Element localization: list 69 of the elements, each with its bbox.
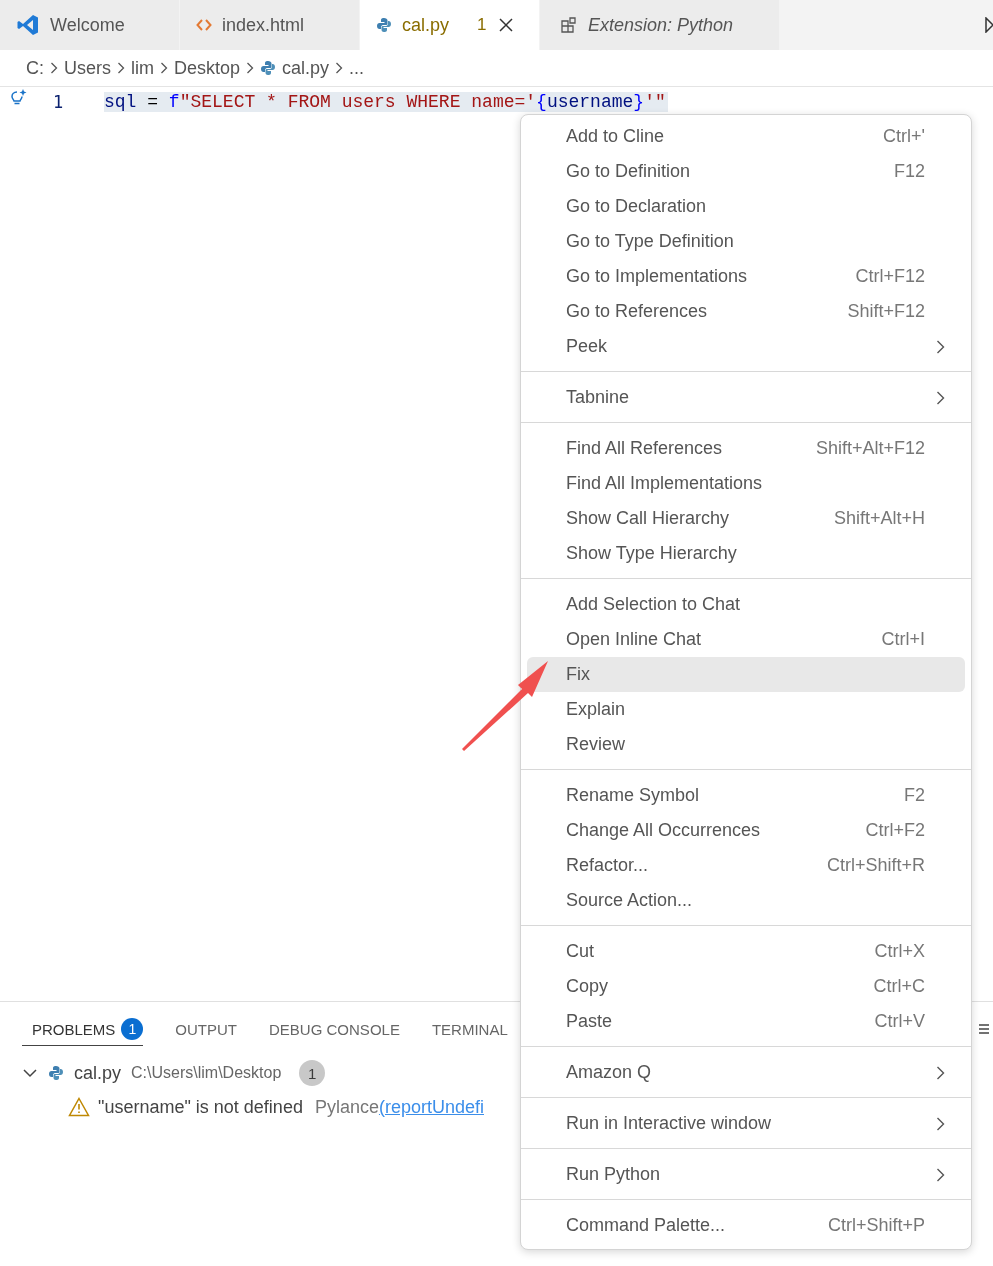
chevron-icon <box>246 62 255 74</box>
breadcrumb-item[interactable]: C: <box>26 57 44 79</box>
menu-item[interactable]: Fix <box>527 657 965 692</box>
menu-item[interactable]: Go to Declaration <box>527 189 965 224</box>
menu-icon[interactable] <box>979 1023 989 1035</box>
menu-item[interactable]: Copy Ctrl+C <box>527 969 965 1004</box>
editor-tab[interactable]: cal.py 1 <box>360 0 540 50</box>
menu-item[interactable]: Paste Ctrl+V <box>527 1004 965 1039</box>
problem-message[interactable]: "username" is not defined <box>98 1096 303 1118</box>
breadcrumb-item[interactable]: ... <box>349 57 365 79</box>
breadcrumb-item[interactable]: lim <box>131 57 154 79</box>
python-icon <box>48 1065 64 1081</box>
editor-tab[interactable]: Extension: Python <box>540 0 780 50</box>
menu-item[interactable]: Source Action... <box>527 883 965 918</box>
menu-item[interactable]: Tabnine <box>527 380 965 415</box>
menu-item[interactable]: Review <box>527 727 965 762</box>
python-icon <box>260 60 277 76</box>
logo-icon <box>16 13 40 37</box>
menu-item[interactable]: Change All Occurrences Ctrl+F2 <box>527 813 965 848</box>
code-brackets-icon <box>196 18 212 32</box>
menu-item[interactable]: Show Call Hierarchy Shift+Alt+H <box>527 501 965 536</box>
problem-count: 1 <box>477 15 487 35</box>
chevron-icon <box>936 1167 945 1182</box>
file-path: C:\Users\lim\Desktop <box>131 1064 282 1082</box>
menu-item[interactable]: Explain <box>527 692 965 727</box>
menu-item[interactable]: Run in Interactive window <box>527 1106 965 1141</box>
chevron-icon <box>50 62 58 74</box>
menu-item[interactable]: Peek <box>527 329 965 364</box>
extension-icon <box>560 16 578 34</box>
panel-tab[interactable]: DEBUG CONSOLE <box>259 1014 400 1044</box>
line-number: 1 <box>52 92 65 112</box>
panel-tab[interactable]: TERMINAL <box>421 1014 508 1044</box>
editor-tab[interactable]: Welcome <box>0 0 180 50</box>
menu-item[interactable]: Add to Cline Ctrl+' <box>527 119 965 154</box>
menu-item[interactable]: Find All Implementations <box>527 466 965 501</box>
chevron-icon <box>335 62 344 74</box>
panel-tab[interactable]: PROBLEMS 1 <box>22 1012 144 1046</box>
breadcrumb-item[interactable]: cal.py <box>282 57 330 79</box>
problem-count: 1 <box>299 1060 326 1086</box>
problem-source: Pylance <box>314 1096 379 1118</box>
panel-tab[interactable]: OUTPUT <box>165 1014 238 1044</box>
python-icon <box>376 17 392 33</box>
chevron-icon <box>936 1065 945 1080</box>
warning-icon <box>68 1097 90 1117</box>
menu-item[interactable]: Open Inline Chat Ctrl+I <box>527 622 965 657</box>
menu-item[interactable]: Command Palette... Ctrl+Shift+P <box>527 1208 965 1243</box>
chevron-icon <box>117 62 125 74</box>
file-name[interactable]: cal.py <box>74 1062 122 1084</box>
menu-item[interactable]: Go to Definition F12 <box>527 154 965 189</box>
chevron-icon <box>936 390 945 405</box>
menu-item[interactable]: Cut Ctrl+X <box>527 934 965 969</box>
chevron-icon <box>936 1116 945 1131</box>
menu-item[interactable]: Find All References Shift+Alt+F12 <box>527 431 965 466</box>
menu-item[interactable]: Amazon Q <box>527 1055 965 1090</box>
menu-item[interactable]: Refactor... Ctrl+Shift+R <box>527 848 965 883</box>
menu-item[interactable]: Run Python <box>527 1157 965 1192</box>
menu-item[interactable]: Add Selection to Chat <box>527 587 965 622</box>
editor-tab[interactable]: index.html <box>180 0 360 50</box>
menu-item[interactable]: Go to Type Definition <box>527 224 965 259</box>
run-icon[interactable] <box>985 17 993 33</box>
menu-item[interactable]: Rename Symbol F2 <box>527 778 965 813</box>
menu-item[interactable]: Go to References Shift+F12 <box>527 294 965 329</box>
close-icon[interactable] <box>498 18 513 32</box>
chevron-icon <box>160 62 168 74</box>
menu-item[interactable]: Show Type Hierarchy <box>527 536 965 571</box>
breadcrumb-item[interactable]: Desktop <box>174 57 241 79</box>
chevron-icon <box>936 339 945 354</box>
menu-item[interactable]: Go to Implementations Ctrl+F12 <box>527 259 965 294</box>
breadcrumb-item[interactable]: Users <box>64 57 111 79</box>
